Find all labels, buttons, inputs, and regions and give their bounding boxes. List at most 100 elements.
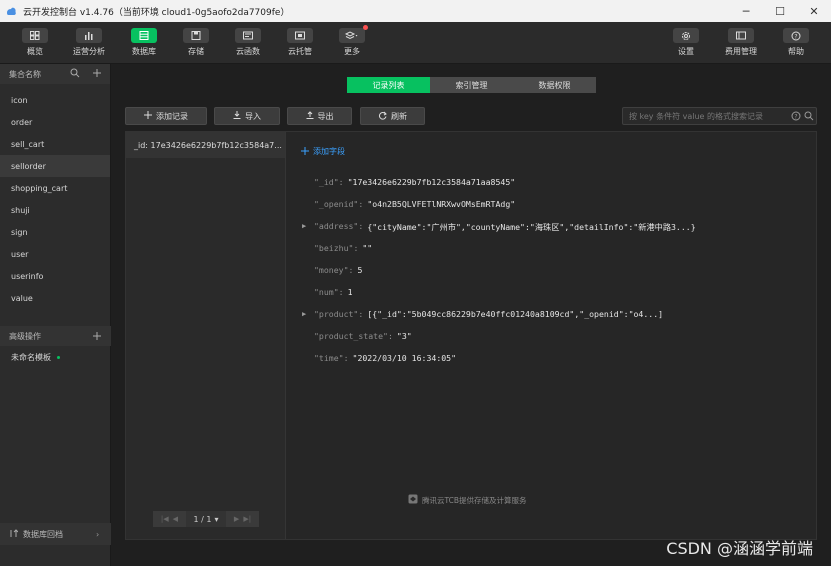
field-row[interactable]: "product_state": "3" (314, 331, 412, 341)
main-area: 记录列表 索引管理 数据权限 添加记录 导入 导出 刷新 ? _id: 17e3… (111, 64, 831, 566)
svg-text:?: ? (794, 33, 797, 40)
field-row[interactable]: "_id": "17e3426e6229b7fb12c3584a71aa8545… (314, 177, 515, 187)
expand-arrow-icon[interactable]: ▶ (302, 310, 306, 318)
refresh-icon (378, 111, 387, 122)
import-button[interactable]: 导入 (214, 107, 280, 125)
record-list-item[interactable]: _id: 17e3426e6229b7fb12c3584a7... (126, 132, 285, 158)
window-title: 云开发控制台 v1.4.76（当前环境 cloud1-0g5aofo2da770… (23, 7, 290, 18)
download-icon (233, 111, 241, 121)
expand-arrow-icon[interactable]: ▶ (302, 222, 306, 230)
window-titlebar: 云开发控制台 v1.4.76（当前环境 cloud1-0g5aofo2da770… (0, 0, 831, 22)
toolbar-overview[interactable]: 概览 (15, 28, 55, 57)
field-key: "beizhu" (314, 243, 354, 253)
svg-text:?: ? (794, 113, 797, 120)
add-collection-icon[interactable] (92, 68, 102, 80)
toolbar-label: 云托管 (288, 47, 312, 56)
service-note-text: 腾讯云TCB提供存储及计算服务 (422, 495, 527, 505)
add-record-button[interactable]: 添加记录 (125, 107, 207, 125)
add-template-icon[interactable] (92, 331, 102, 343)
field-row[interactable]: "beizhu": "" (314, 243, 372, 253)
add-field-label: 添加字段 (313, 147, 345, 156)
collection-item[interactable]: sellorder (0, 155, 110, 177)
help-icon: ? (783, 28, 809, 43)
field-row[interactable]: "money": 5 (314, 265, 362, 275)
advanced-header-label: 高级操作 (9, 331, 41, 341)
pager-next[interactable]: ▶ ▶| (226, 511, 259, 527)
db-rollback-button[interactable]: 数据库回档 › (0, 523, 111, 545)
pagination: |◀ ◀ 1 / 1 ▾ ▶ ▶| (153, 511, 259, 527)
collection-item[interactable]: shuji (0, 199, 110, 221)
settings-icon (673, 28, 699, 43)
record-search: ? (622, 107, 817, 125)
cloud-hosting-icon (287, 28, 313, 43)
tab-permissions[interactable]: 数据权限 (513, 77, 596, 93)
toolbar-storage[interactable]: 存储 (176, 28, 216, 57)
field-value: {"cityName":"广州市","countyName":"海珠区","de… (367, 222, 696, 232)
collection-item[interactable]: userinfo (0, 265, 110, 287)
toolbar-label: 更多 (344, 47, 360, 56)
export-button[interactable]: 导出 (287, 107, 352, 125)
view-tabs: 记录列表 索引管理 数据权限 (347, 77, 596, 93)
toolbar-cloud-hosting[interactable]: 云托管 (280, 28, 320, 57)
collection-item[interactable]: icon (0, 89, 110, 111)
collection-item[interactable]: sign (0, 221, 110, 243)
rollback-label: 数据库回档 (23, 529, 63, 539)
refresh-button[interactable]: 刷新 (360, 107, 425, 125)
toolbar-label: 数据库 (132, 47, 156, 56)
collection-item[interactable]: sell_cart (0, 133, 110, 155)
notification-badge (363, 25, 368, 30)
field-key: "time" (314, 353, 344, 363)
add-field-button[interactable]: 添加字段 (301, 146, 345, 157)
page-select[interactable]: 1 / 1 ▾ (186, 511, 226, 527)
service-note: 腾讯云TCB提供存储及计算服务 (408, 494, 527, 506)
collections-list: icon order sell_cart sellorder shopping_… (0, 89, 110, 309)
tab-indexes[interactable]: 索引管理 (430, 77, 513, 93)
close-icon[interactable]: ✕ (797, 0, 831, 22)
collections-sidebar: 集合名称 icon order sell_cart sellorder shop… (0, 64, 111, 566)
toolbar-label: 云函数 (236, 47, 260, 56)
prev-page-icon: ◀ (172, 515, 179, 523)
tencent-cloud-icon (408, 494, 418, 506)
field-row[interactable]: "time": "2022/03/10 16:34:05" (314, 353, 456, 363)
tab-records[interactable]: 记录列表 (347, 77, 430, 93)
field-row[interactable]: ▶ "address": {"cityName":"广州市","countyNa… (302, 221, 696, 233)
refresh-label: 刷新 (391, 111, 407, 121)
field-value: "" (362, 243, 373, 253)
upload-icon (306, 111, 314, 121)
toolbar-analytics[interactable]: 运营分析 (69, 28, 109, 57)
more-icon (339, 25, 368, 43)
minimize-icon[interactable]: ─ (729, 0, 763, 22)
collection-item[interactable]: order (0, 111, 110, 133)
template-item[interactable]: 未命名模板 (11, 352, 60, 363)
field-colon: : (348, 265, 354, 275)
field-colon: : (338, 287, 344, 297)
pager-prev[interactable]: |◀ ◀ (153, 511, 186, 527)
search-icon[interactable] (70, 68, 80, 80)
records-list: _id: 17e3426e6229b7fb12c3584a7... |◀ ◀ 1 … (126, 132, 286, 539)
field-row[interactable]: ▶ "product": [{"_id":"5b049cc86229b7e40f… (302, 309, 664, 319)
toolbar-label: 运营分析 (73, 47, 105, 56)
collection-item[interactable]: shopping_cart (0, 177, 110, 199)
field-colon: : (358, 221, 364, 231)
field-key: "product_state" (314, 331, 388, 341)
toolbar-database[interactable]: 数据库 (124, 28, 164, 57)
maximize-icon[interactable]: ☐ (763, 0, 797, 22)
toolbar-functions[interactable]: 云函数 (228, 28, 268, 57)
field-key: "_id" (314, 177, 339, 187)
field-value: [{"_id":"5b049cc86229b7e40ffc01240a8109c… (367, 309, 664, 319)
search-icon[interactable] (804, 111, 814, 123)
search-input[interactable] (623, 111, 783, 121)
help-circle-icon[interactable]: ? (791, 111, 801, 123)
collection-item[interactable]: user (0, 243, 110, 265)
chevron-down-icon: ▾ (214, 514, 219, 524)
collections-header: 集合名称 (0, 64, 110, 84)
field-key: "money" (314, 265, 349, 275)
toolbar-billing[interactable]: 费用管理 (721, 28, 761, 57)
toolbar-settings[interactable]: 设置 (666, 28, 706, 57)
overview-icon (22, 28, 48, 43)
collection-item[interactable]: value (0, 287, 110, 309)
field-row[interactable]: "_openid": "o4n2B5QLVFETlNRXwvOMsEmRTAdg… (314, 199, 515, 209)
toolbar-help[interactable]: ? 帮助 (776, 28, 816, 57)
toolbar-more[interactable]: 更多 (332, 25, 372, 57)
field-row[interactable]: "num": 1 (314, 287, 353, 297)
